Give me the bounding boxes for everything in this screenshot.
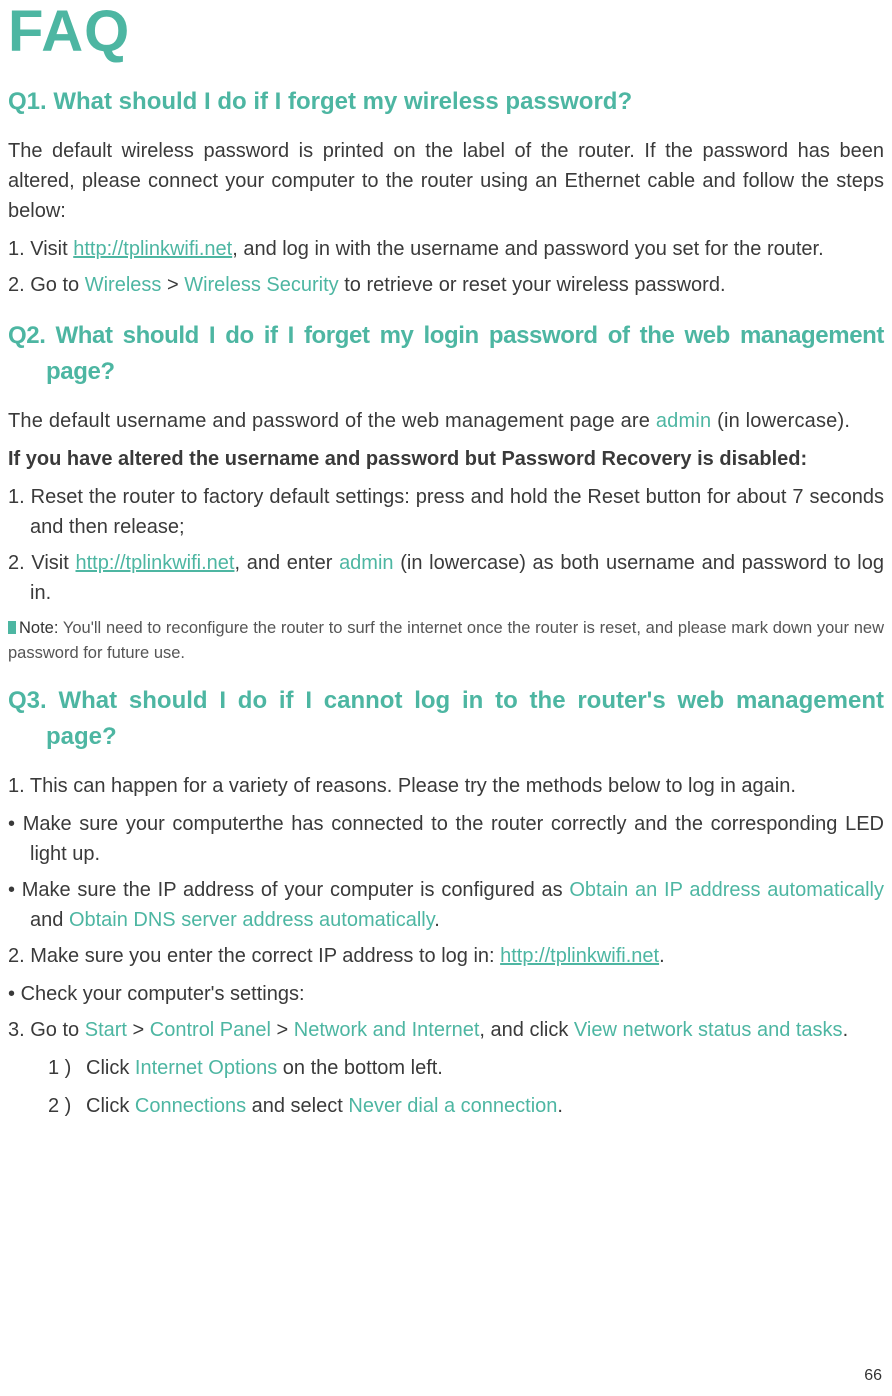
text-span: and — [30, 909, 69, 931]
obtain-dns-auto: Obtain DNS server address automatically — [69, 909, 434, 931]
faq-q3-sub2: 2 )Click Connections and select Never di… — [48, 1091, 884, 1121]
tplink-login-link[interactable]: http://tplinkwifi.net — [500, 945, 659, 967]
text-span: Visit — [31, 552, 75, 574]
faq-q2-step1: 1. Reset the router to factory default s… — [8, 482, 884, 542]
faq-q3-bullet1: Make sure your computerthe has connected… — [8, 809, 884, 869]
faq-q3-step3: 3. Go to Start > Control Panel > Network… — [8, 1015, 884, 1045]
step-number: 2. — [8, 552, 31, 574]
menu-never-dial: Never dial a connection — [348, 1095, 557, 1117]
text-span: Make sure you enter the correct IP addre… — [30, 945, 500, 967]
menu-view-network-status: View network status and tasks — [574, 1019, 843, 1041]
faq-q2-steps: 1. Reset the router to factory default s… — [8, 482, 884, 608]
faq-q3-step1: 1. This can happen for a variety of reas… — [8, 771, 884, 801]
text-span: Visit — [30, 238, 73, 260]
menu-network-internet: Network and Internet — [294, 1019, 480, 1041]
page-title: FAQ — [8, 0, 884, 64]
faq-q3-step2: 2. Make sure you enter the correct IP ad… — [8, 941, 884, 971]
text-span: . — [557, 1095, 563, 1117]
faq-q2-text: What should I do if I forget my login pa… — [46, 322, 884, 385]
faq-q1-intro: The default wireless password is printed… — [8, 136, 884, 226]
note-text: You'll need to reconfigure the router to… — [8, 619, 884, 662]
faq-q2-note: Note: You'll need to reconfigure the rou… — [8, 616, 884, 666]
text-span: (in lowercase). — [711, 410, 850, 432]
text-span: , and click — [479, 1019, 573, 1041]
faq-q3-sub1: 1 )Click Internet Options on the bottom … — [48, 1053, 884, 1083]
text-span: on the bottom left. — [277, 1057, 443, 1079]
faq-q3-bullets1: Make sure your computerthe has connected… — [8, 809, 884, 935]
text-span: and select — [246, 1095, 348, 1117]
text-span: Go to — [30, 1019, 84, 1041]
text-span: , and enter — [234, 552, 339, 574]
faq-q3-list3: 3. Go to Start > Control Panel > Network… — [8, 1015, 884, 1045]
menu-internet-options: Internet Options — [135, 1057, 277, 1079]
text-span: , and log in with the username and passw… — [232, 238, 823, 260]
faq-q1-heading: Q1. What should I do if I forget my wire… — [8, 84, 884, 120]
faq-q1-label: Q1. — [8, 88, 47, 115]
text-span: . — [434, 909, 440, 931]
admin-keyword: admin — [339, 552, 393, 574]
faq-q3-text: What should I do if I cannot log in to t… — [46, 687, 884, 750]
page-number: 66 — [864, 1364, 882, 1388]
menu-path-wireless: Wireless — [85, 274, 162, 296]
faq-q3-heading: Q3. What should I do if I cannot log in … — [8, 683, 884, 755]
tplink-login-link[interactable]: http://tplinkwifi.net — [76, 552, 235, 574]
text-span: > — [161, 274, 184, 296]
faq-q1-text: What should I do if I forget my wireless… — [53, 88, 632, 115]
note-marker-icon — [8, 621, 16, 634]
substep-number: 2 ) — [48, 1091, 86, 1121]
text-span: The default username and password of the… — [8, 410, 656, 432]
note-label: Note: — [19, 619, 58, 637]
text-span: Make sure the IP address of your compute… — [22, 879, 570, 901]
text-span: . — [659, 945, 665, 967]
faq-q2-bold-line: If you have altered the username and pas… — [8, 444, 884, 474]
text-span: . — [843, 1019, 849, 1041]
faq-q1-step2: 2. Go to Wireless > Wireless Security to… — [8, 270, 884, 300]
step-number: 1. — [8, 238, 30, 260]
text-span: to retrieve or reset your wireless passw… — [339, 274, 726, 296]
menu-control-panel: Control Panel — [150, 1019, 271, 1041]
step-number: 1. — [8, 486, 31, 508]
faq-q2-intro: The default username and password of the… — [8, 406, 884, 436]
text-span: > — [127, 1019, 150, 1041]
text-span: Go to — [30, 274, 84, 296]
faq-q3-label: Q3. — [8, 687, 47, 714]
faq-q2-label: Q2. — [8, 322, 45, 349]
faq-q3-sublist: 1 )Click Internet Options on the bottom … — [8, 1053, 884, 1121]
step-number: 2. — [8, 945, 30, 967]
faq-q3-list1: 1. This can happen for a variety of reas… — [8, 771, 884, 801]
faq-q3-list2: 2. Make sure you enter the correct IP ad… — [8, 941, 884, 971]
faq-q3-bullet3: Check your computer's settings: — [8, 979, 884, 1009]
faq-q2-step2: 2. Visit http://tplinkwifi.net, and ente… — [8, 548, 884, 608]
faq-q2-heading: Q2. What should I do if I forget my logi… — [8, 318, 884, 390]
step-number: 3. — [8, 1019, 30, 1041]
faq-q3-bullet2: Make sure the IP address of your compute… — [8, 875, 884, 935]
text-span: > — [271, 1019, 294, 1041]
admin-keyword: admin — [656, 410, 711, 432]
faq-q3-bullets2: Check your computer's settings: — [8, 979, 884, 1009]
faq-q1-steps: 1. Visit http://tplinkwifi.net, and log … — [8, 234, 884, 300]
faq-q1-step1: 1. Visit http://tplinkwifi.net, and log … — [8, 234, 884, 264]
text-span: Reset the router to factory default sett… — [30, 486, 884, 538]
substep-number: 1 ) — [48, 1053, 86, 1083]
tplink-login-link[interactable]: http://tplinkwifi.net — [73, 238, 232, 260]
step-number: 2. — [8, 274, 30, 296]
menu-path-wireless-security: Wireless Security — [184, 274, 338, 296]
obtain-ip-auto: Obtain an IP address automatically — [569, 879, 884, 901]
text-span: Click — [86, 1057, 135, 1079]
text-span: This can happen for a variety of reasons… — [30, 775, 796, 797]
menu-connections: Connections — [135, 1095, 246, 1117]
text-span: Click — [86, 1095, 135, 1117]
menu-start: Start — [85, 1019, 127, 1041]
step-number: 1. — [8, 775, 30, 797]
